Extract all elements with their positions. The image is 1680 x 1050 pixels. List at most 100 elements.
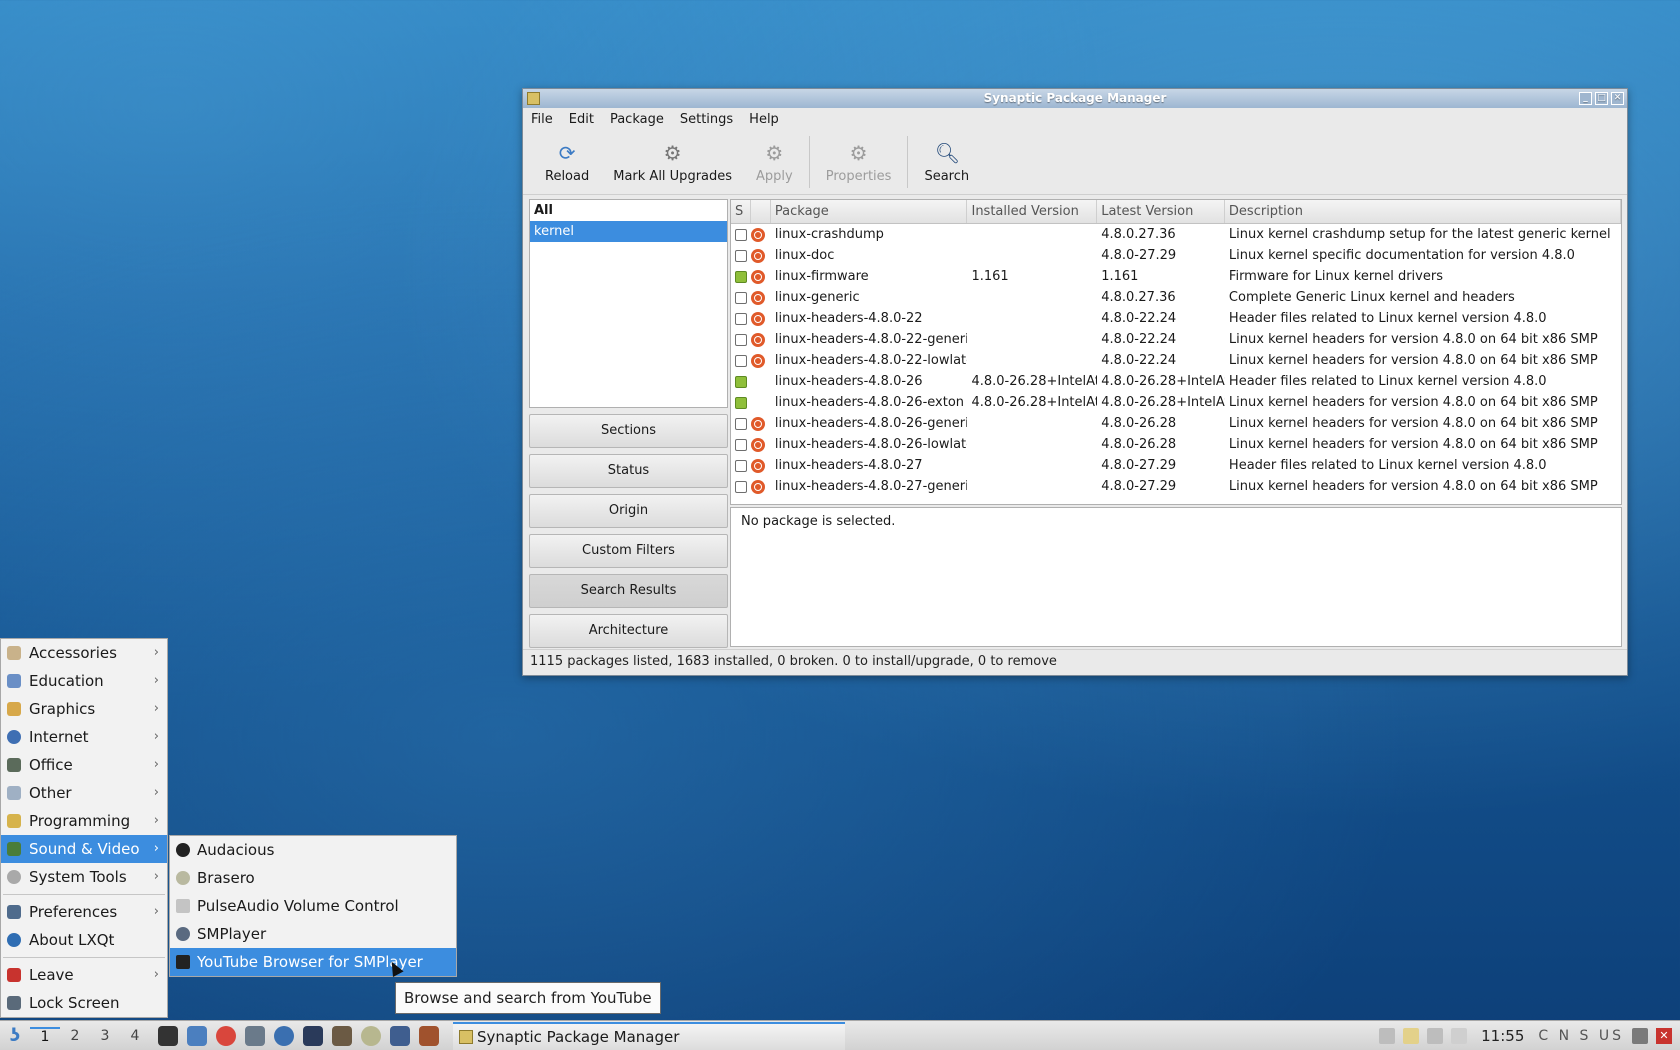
reload-button[interactable]: ⟳ Reload (533, 131, 601, 193)
search-button[interactable]: 🔍︎ Search (912, 131, 981, 193)
menu-programming[interactable]: Programming › (1, 807, 167, 835)
taskbar-task-synaptic[interactable]: Synaptic Package Manager (453, 1021, 845, 1050)
table-row[interactable]: linux-firmware 1.161 1.161 Firmware for Lin… (731, 266, 1621, 287)
title-bar[interactable]: Synaptic Package Manager _ □ ✕ (523, 89, 1627, 108)
filter-kernel[interactable]: kernel (530, 221, 727, 242)
menu-settings[interactable]: Settings (680, 112, 733, 127)
menu-office[interactable]: Office › (1, 751, 167, 779)
properties-button[interactable]: ⚙ Properties (814, 131, 904, 193)
submenu-brasero[interactable]: Brasero (170, 864, 456, 892)
sections-button[interactable]: Sections (529, 414, 728, 448)
menu-graphics[interactable]: Graphics › (1, 695, 167, 723)
desktop-3[interactable]: 3 (90, 1028, 120, 1044)
menu-education[interactable]: Education › (1, 667, 167, 695)
custom-filters-button[interactable]: Custom Filters (529, 534, 728, 568)
col-description[interactable]: Description (1225, 200, 1621, 223)
show-desktop-icon[interactable] (1632, 1027, 1648, 1044)
submenu-youtube-browser[interactable]: YouTube Browser for SMPlayer (170, 948, 456, 976)
package-checkbox[interactable] (735, 375, 747, 388)
media-icon[interactable] (390, 1025, 410, 1046)
table-row[interactable]: linux-generic 4.8.0.27.36 Complete Generic… (731, 287, 1621, 308)
wifi-icon[interactable] (1379, 1027, 1396, 1044)
desktop-1[interactable]: 1 (30, 1026, 60, 1045)
package-checkbox[interactable] (735, 228, 747, 241)
package-checkbox[interactable] (735, 354, 747, 367)
package-name: linux-headers-4.8.0-22-lowlatency (774, 353, 968, 368)
architecture-button[interactable]: Architecture (529, 614, 728, 648)
status-cell (731, 413, 751, 434)
menu-file[interactable]: File (531, 112, 553, 127)
mark-all-upgrades-button[interactable]: ⚙ Mark All Upgrades (601, 131, 744, 193)
menu-edit[interactable]: Edit (569, 112, 594, 127)
close-button[interactable]: ✕ (1611, 92, 1624, 105)
gimp-icon[interactable] (332, 1025, 352, 1046)
col-latest-version[interactable]: Latest Version (1097, 200, 1225, 223)
description: Header files related to Linux kernel ver… (1228, 458, 1547, 473)
settings-icon[interactable] (245, 1025, 265, 1046)
disc-icon[interactable] (361, 1025, 381, 1046)
table-row[interactable]: linux-crashdump 4.8.0.27.36 Linux kernel c… (731, 224, 1621, 245)
package-checkbox[interactable] (735, 333, 747, 346)
table-row[interactable]: linux-headers-4.8.0-26-generic 4.8.0-26.2… (731, 413, 1621, 434)
filter-all[interactable]: All (530, 200, 727, 221)
table-row[interactable]: linux-headers-4.8.0-27 4.8.0-27.29 Header … (731, 455, 1621, 476)
apply-button[interactable]: ⚙ Apply (744, 131, 805, 193)
qr-icon[interactable] (303, 1025, 323, 1046)
package-checkbox[interactable] (735, 249, 747, 262)
file-manager-icon[interactable] (187, 1025, 207, 1046)
menu-leave[interactable]: Leave › (1, 961, 167, 989)
table-row[interactable]: linux-headers-4.8.0-22 4.8.0-22.24 Header … (731, 308, 1621, 329)
search-results-button[interactable]: Search Results (529, 574, 728, 608)
start-menu-button[interactable]: ʖ (0, 1021, 30, 1050)
submenu-audacious[interactable]: Audacious (170, 836, 456, 864)
menu-help[interactable]: Help (749, 112, 779, 127)
quit-icon[interactable]: ✕ (1656, 1027, 1672, 1044)
submenu-smplayer[interactable]: SMPlayer (170, 920, 456, 948)
col-package[interactable]: Package (771, 200, 968, 223)
table-row[interactable]: linux-headers-4.8.0-26-lowlatency 4.8.0-2… (731, 434, 1621, 455)
menu-preferences[interactable]: Preferences › (1, 898, 167, 926)
terminal-icon[interactable] (158, 1025, 178, 1046)
menu-other[interactable]: Other › (1, 779, 167, 807)
table-row[interactable]: linux-doc 4.8.0-27.29 Linux kernel specifi… (731, 245, 1621, 266)
desktop-4[interactable]: 4 (120, 1028, 150, 1044)
table-row[interactable]: linux-headers-4.8.0-26 4.8.0-26.28+IntelA… (731, 371, 1621, 392)
table-row[interactable]: linux-headers-4.8.0-22-generic 4.8.0-22.2… (731, 329, 1621, 350)
clock[interactable]: 11:55 (1481, 1027, 1524, 1045)
thunderbird-icon[interactable] (274, 1025, 294, 1046)
origin-button[interactable]: Origin (529, 494, 728, 528)
package-checkbox[interactable] (735, 438, 747, 451)
chrome-icon[interactable] (216, 1025, 236, 1046)
table-row[interactable]: linux-headers-4.8.0-26-exton 4.8.0-26.28+… (731, 392, 1621, 413)
col-installed-version[interactable]: Installed Version (967, 200, 1098, 223)
menu-accessories[interactable]: Accessories › (1, 639, 167, 667)
col-status[interactable]: S (731, 200, 751, 223)
table-header: S Package Installed Version Latest Versi… (731, 200, 1621, 224)
menu-lock-screen[interactable]: Lock Screen (1, 989, 167, 1017)
menu-about-lxqt[interactable]: About LXQt (1, 926, 167, 954)
clipboard-icon[interactable] (1403, 1027, 1420, 1044)
menu-sound-video[interactable]: Sound & Video › (1, 835, 167, 863)
package-checkbox[interactable] (735, 312, 747, 325)
package-checkbox[interactable] (735, 417, 747, 430)
submenu-pulseaudio[interactable]: PulseAudio Volume Control (170, 892, 456, 920)
package-checkbox[interactable] (735, 480, 747, 493)
maximize-button[interactable]: □ (1595, 92, 1608, 105)
menu-system-tools[interactable]: System Tools › (1, 863, 167, 891)
package-checkbox[interactable] (735, 459, 747, 472)
status-button[interactable]: Status (529, 454, 728, 488)
keyboard-indicator[interactable]: C N S US (1538, 1028, 1624, 1044)
package-checkbox[interactable] (735, 396, 747, 409)
package-checkbox[interactable] (735, 291, 747, 304)
table-row[interactable]: linux-headers-4.8.0-27-generic 4.8.0-27.2… (731, 476, 1621, 497)
battery-icon[interactable] (1451, 1027, 1468, 1044)
bluetooth-icon[interactable] (1427, 1027, 1444, 1044)
package-checkbox[interactable] (735, 270, 747, 283)
desktop-2[interactable]: 2 (60, 1028, 90, 1044)
minimize-button[interactable]: _ (1579, 92, 1592, 105)
table-row[interactable]: linux-headers-4.8.0-22-lowlatency 4.8.0-2… (731, 350, 1621, 371)
installed-version: 4.8.0-26.28+IntelAtom (971, 374, 1097, 389)
menu-package[interactable]: Package (610, 112, 664, 127)
menu-internet[interactable]: Internet › (1, 723, 167, 751)
tools-icon[interactable] (419, 1025, 439, 1046)
